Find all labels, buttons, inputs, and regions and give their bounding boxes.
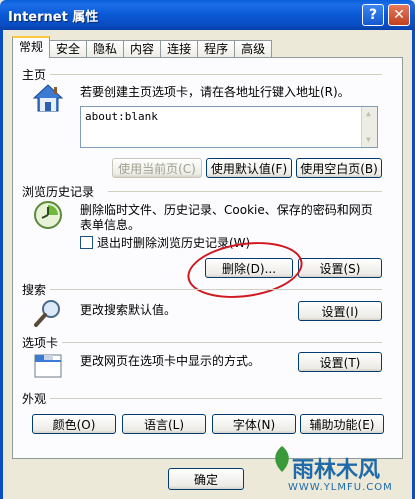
tab-security[interactable]: 安全 [49,40,88,58]
help-button[interactable]: ? [362,4,384,26]
tab-general[interactable]: 常规 [12,36,51,58]
search-icon [34,300,60,327]
use-default-button[interactable]: 使用默认值(F) [206,158,292,178]
tab-connections[interactable]: 连接 [160,40,199,58]
search-group-title: 搜索 [22,283,47,297]
tab-advanced[interactable]: 高级 [234,40,273,58]
homepage-address-value: about:blank [85,110,158,123]
scroll-down-icon[interactable]: ▼ [366,135,371,144]
history-divider [108,191,382,192]
appearance-group-title: 外观 [22,392,47,406]
scroll-up-icon[interactable]: ▲ [366,109,371,118]
delete-on-exit-checkbox[interactable] [80,236,93,249]
close-icon: ✕ [393,7,405,23]
use-blank-button[interactable]: 使用空白页(B) [296,158,382,178]
homepage-description: 若要创建主页选项卡，请在各地址行键入地址(R)。 [80,85,350,99]
accessibility-button[interactable]: 辅助功能(E) [300,414,384,434]
tab-programs[interactable]: 程序 [197,40,236,58]
tabs-group-title: 选项卡 [22,336,59,350]
history-group-title: 浏览历史记录 [22,185,95,199]
tab-content[interactable]: 内容 [123,40,162,58]
title-bar[interactable]: Internet 属性 ? ✕ [0,0,415,30]
history-clock-icon [34,201,62,229]
homepage-divider [50,74,382,75]
help-icon: ? [368,7,378,23]
history-description-line2: 表单信息。 [80,218,141,232]
window-title: Internet 属性 [8,10,99,25]
address-scrollbar[interactable]: ▲ ▼ [361,107,377,147]
appearance-divider [50,398,382,399]
ok-button[interactable]: 确定 [168,468,244,490]
history-settings-button[interactable]: 设置(S) [298,258,382,278]
watermark-name: 雨林木风 [292,458,381,483]
tab-strip: 常规 安全 隐私 内容 连接 程序 高级 [12,36,273,58]
languages-button[interactable]: 语言(L) [122,414,206,434]
homepage-address-field[interactable]: about:blank ▲ ▼ [80,106,378,148]
history-description-line1: 删除临时文件、历史记录、Cookie、保存的密码和网页 [80,203,373,217]
watermark-url: WWW.YLMFU.COM [288,482,393,493]
tabbed-window-icon [34,354,62,378]
use-current-button[interactable]: 使用当前页(C) [112,158,202,178]
tabs-settings-button[interactable]: 设置(T) [298,352,382,372]
tab-privacy[interactable]: 隐私 [86,40,125,58]
colors-button[interactable]: 颜色(O) [32,414,116,434]
search-settings-button[interactable]: 设置(I) [298,301,382,321]
tabs-divider [62,342,382,343]
close-button[interactable]: ✕ [388,4,410,26]
tabs-description: 更改网页在选项卡中显示的方式。 [80,354,261,368]
fonts-button[interactable]: 字体(N) [212,414,296,434]
watermark-logo: 雨林木风 WWW.YLMFU.COM [270,440,415,499]
leaf-logo-icon [275,446,289,472]
search-divider [50,289,382,290]
home-icon [32,84,64,112]
search-description: 更改搜索默认值。 [80,303,177,317]
homepage-group-title: 主页 [22,68,47,82]
